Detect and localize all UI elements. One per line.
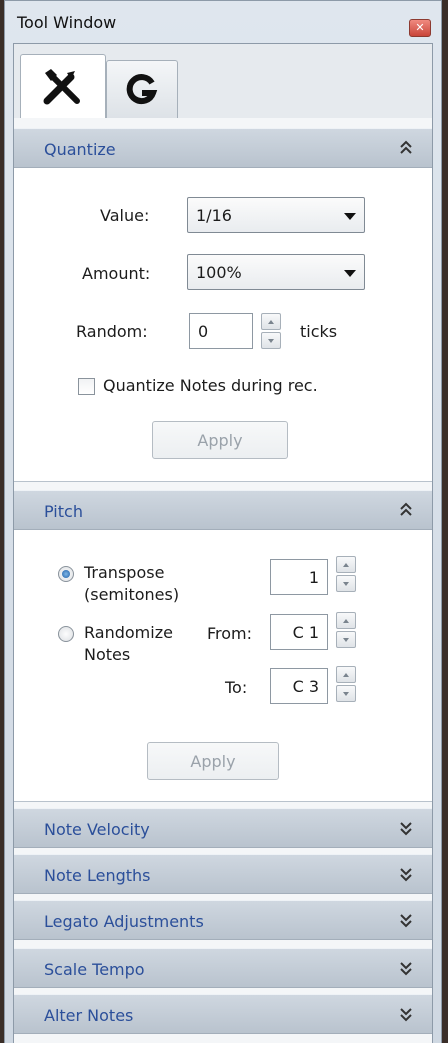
note-lengths-header[interactable]: Note Lengths xyxy=(14,854,432,894)
transpose-radio[interactable] xyxy=(58,566,74,582)
amount-dropdown[interactable]: 100% xyxy=(187,254,365,290)
note-velocity-header[interactable]: Note Velocity xyxy=(14,808,432,848)
value-dropdown[interactable]: 1/16 xyxy=(187,197,365,233)
from-spin-down[interactable] xyxy=(336,631,356,648)
transpose-sublabel: (semitones) xyxy=(84,585,180,604)
from-input[interactable]: C 1 xyxy=(270,614,328,650)
tab-g[interactable] xyxy=(106,60,178,118)
from-spinner xyxy=(336,612,356,648)
pitch-header[interactable]: Pitch xyxy=(14,490,432,530)
expand-down-icon xyxy=(400,962,412,976)
randomize-label: Randomize xyxy=(84,623,173,642)
quantize-header-label: Quantize xyxy=(44,140,116,159)
pitch-apply-button[interactable]: Apply xyxy=(147,742,279,780)
title-bar[interactable]: Tool Window ✕ xyxy=(5,1,441,43)
quantize-panel: Value: 1/16 Amount: 100% Random: 0 ticks… xyxy=(14,168,432,482)
collapse-up-icon xyxy=(400,140,412,154)
tool-window: Tool Window ✕ Quantize Value: 1/16 Amoun… xyxy=(4,0,442,1043)
scale-tempo-header[interactable]: Scale Tempo xyxy=(14,948,432,988)
to-spin-up[interactable] xyxy=(336,666,356,683)
expand-down-icon xyxy=(400,1008,412,1022)
randomize-radio[interactable] xyxy=(58,626,74,642)
pitch-panel: Transpose (semitones) 1 Randomize Notes … xyxy=(14,530,432,802)
random-input-value: 0 xyxy=(198,322,209,341)
amount-label: Amount: xyxy=(82,264,151,283)
client-area: Quantize Value: 1/16 Amount: 100% Random… xyxy=(13,43,433,1043)
transpose-spinner xyxy=(336,556,356,592)
random-input[interactable]: 0 xyxy=(189,313,253,349)
transpose-spin-down[interactable] xyxy=(336,575,356,592)
quantize-header[interactable]: Quantize xyxy=(14,128,432,168)
collapse-up-icon xyxy=(400,502,412,516)
to-spin-down[interactable] xyxy=(336,685,356,702)
from-spin-up[interactable] xyxy=(336,612,356,629)
section-label: Legato Adjustments xyxy=(44,912,204,931)
random-label: Random: xyxy=(76,322,148,341)
expand-down-icon xyxy=(400,822,412,836)
tools-icon xyxy=(43,68,80,104)
window-title: Tool Window xyxy=(17,13,117,32)
transpose-input-value: 1 xyxy=(308,568,319,587)
to-label: To: xyxy=(225,678,248,697)
value-label: Value: xyxy=(100,206,150,225)
quantize-during-rec-label: Quantize Notes during rec. xyxy=(103,376,318,395)
random-spin-down[interactable] xyxy=(261,332,281,349)
dropdown-arrow-icon xyxy=(344,213,356,220)
transpose-input[interactable]: 1 xyxy=(270,559,328,595)
expand-down-icon xyxy=(400,868,412,882)
ticks-unit-label: ticks xyxy=(300,322,338,341)
transpose-label: Transpose xyxy=(84,563,165,582)
randomize-sublabel: Notes xyxy=(84,645,131,664)
transpose-spin-up[interactable] xyxy=(336,556,356,573)
quantize-apply-button[interactable]: Apply xyxy=(152,421,288,459)
to-input-value: C 3 xyxy=(292,677,319,696)
random-spin-up[interactable] xyxy=(261,313,281,330)
section-label: Note Velocity xyxy=(44,820,150,839)
tab-tools[interactable] xyxy=(20,54,106,118)
from-input-value: C 1 xyxy=(292,623,319,642)
expand-down-icon xyxy=(400,914,412,928)
pitch-header-label: Pitch xyxy=(44,502,83,521)
to-input[interactable]: C 3 xyxy=(270,668,328,704)
section-label: Alter Notes xyxy=(44,1006,134,1025)
to-spinner xyxy=(336,666,356,702)
section-label: Note Lengths xyxy=(44,866,151,885)
tab-strip xyxy=(14,44,432,118)
alter-notes-header[interactable]: Alter Notes xyxy=(14,994,432,1034)
from-label: From: xyxy=(207,624,253,643)
legato-adjustments-header[interactable]: Legato Adjustments xyxy=(14,900,432,940)
amount-dropdown-value: 100% xyxy=(196,263,242,282)
g-icon xyxy=(126,73,158,104)
random-spinner xyxy=(261,313,281,349)
dropdown-arrow-icon xyxy=(344,270,356,277)
section-label: Scale Tempo xyxy=(44,960,145,979)
close-button[interactable]: ✕ xyxy=(409,19,431,37)
quantize-during-rec-checkbox[interactable] xyxy=(78,378,95,395)
value-dropdown-value: 1/16 xyxy=(196,206,232,225)
